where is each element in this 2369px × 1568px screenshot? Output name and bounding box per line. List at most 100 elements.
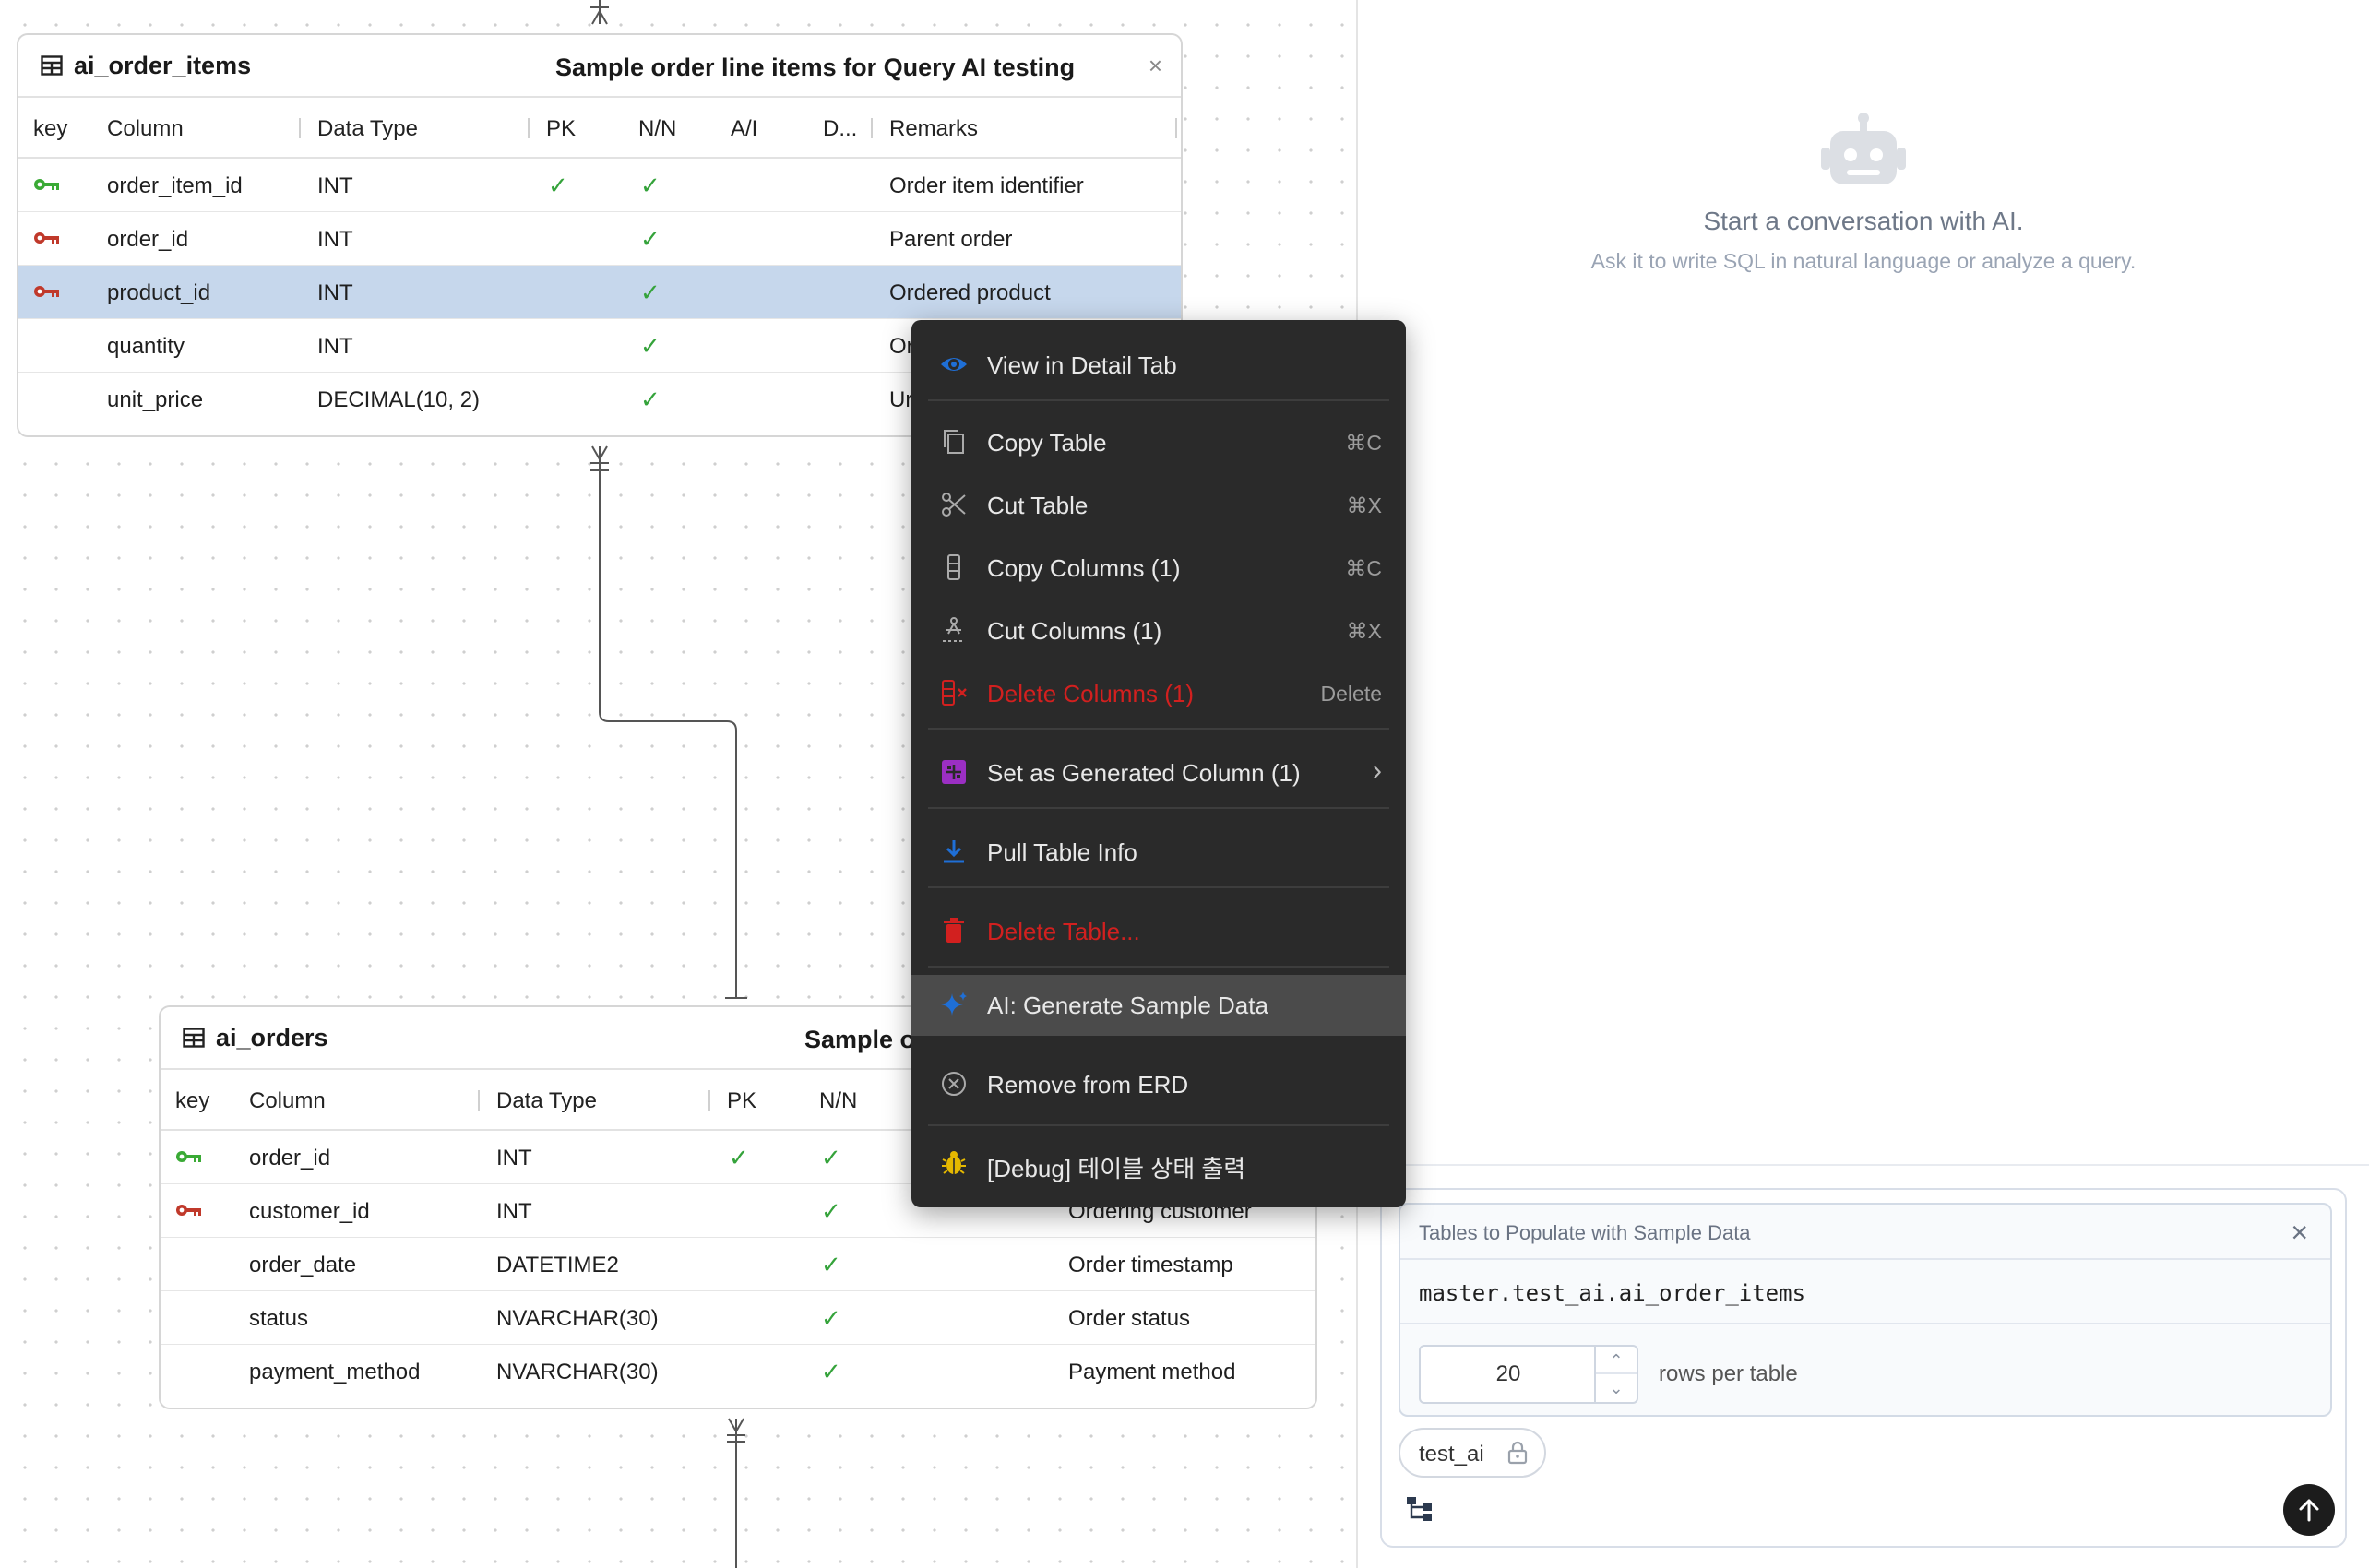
menu-item-delete-table[interactable]: Delete Table... (911, 901, 1406, 960)
context-menu: View in Detail Tab Copy Table ⌘C Cut Tab… (911, 320, 1406, 1207)
remarks: Order status (1068, 1306, 1191, 1331)
column-name: payment_method (249, 1360, 421, 1384)
column-name: order_id (107, 227, 189, 252)
menu-item-remove-erd[interactable]: Remove from ERD (911, 1054, 1406, 1113)
menu-item-view-detail[interactable]: View in Detail Tab (911, 335, 1406, 394)
menu-shortcut: Delete (1320, 682, 1382, 706)
remarks: Order item identifier (889, 173, 1084, 198)
schema-chip[interactable]: test_ai (1399, 1428, 1546, 1478)
header-nn: N/N (638, 116, 677, 141)
menu-item-delete-columns[interactable]: Delete Columns (1) Delete (911, 663, 1406, 722)
schema-tree-icon[interactable] (1406, 1496, 1435, 1526)
header-column: Column (107, 116, 184, 141)
pk-check: ✓ (729, 1144, 749, 1171)
menu-item-pull-info[interactable]: Pull Table Info (911, 822, 1406, 881)
close-icon[interactable]: × (1149, 52, 1162, 80)
column-name: status (249, 1306, 309, 1331)
header-remarks: Remarks (889, 116, 979, 141)
ai-empty-subtitle: Ask it to write SQL in natural language … (1590, 249, 2137, 273)
delete-column-icon (939, 678, 969, 707)
menu-item-cut-table[interactable]: Cut Table ⌘X (911, 475, 1406, 534)
foreign-key-icon (33, 231, 61, 245)
eye-icon (939, 350, 969, 379)
data-type: INT (317, 334, 353, 359)
ai-empty-title: Start a conversation with AI. (1703, 207, 2024, 235)
table-header[interactable]: ai_order_items Sample order line items f… (18, 35, 1181, 98)
menu-label: Copy Columns (1) (987, 554, 1181, 582)
data-type: INT (317, 280, 353, 305)
table-comment: Sample order line items for Query AI tes… (555, 53, 1076, 81)
column-name: customer_id (249, 1199, 370, 1224)
remarks: Order timestamp (1068, 1253, 1233, 1277)
table-row[interactable]: order_item_id INT ✓ ✓ Order item identifier (18, 159, 1181, 212)
chevron-right-icon: › (1373, 755, 1382, 786)
lock-icon (1507, 1441, 1528, 1469)
remarks: Payment method (1068, 1360, 1236, 1384)
header-column: Column (249, 1088, 326, 1113)
sample-data-header: Tables to Populate with Sample Data (1419, 1221, 1751, 1244)
nn-check: ✓ (640, 332, 661, 360)
column-headers: key Column Data Type PK N/N A/I D... Rem… (18, 98, 1181, 159)
header-default: D... (823, 116, 858, 141)
chevron-down-icon[interactable]: ⌄ (1596, 1374, 1637, 1402)
table-icon (41, 55, 63, 76)
send-button[interactable] (2283, 1484, 2335, 1536)
column-name: order_item_id (107, 173, 243, 198)
data-type: INT (317, 173, 353, 198)
table-comment: Sample o (804, 1026, 916, 1053)
table-row[interactable]: payment_method NVARCHAR(30) ✓ Payment metho… (161, 1345, 1315, 1398)
nn-check: ✓ (640, 279, 661, 306)
menu-item-copy-columns[interactable]: Copy Columns (1) ⌘C (911, 538, 1406, 597)
menu-item-cut-columns[interactable]: Cut Columns (1) ⌘X (911, 600, 1406, 659)
menu-label: Delete Columns (1) (987, 680, 1194, 707)
data-type: NVARCHAR(30) (496, 1306, 659, 1331)
sample-table-name: master.test_ai.ai_order_items (1419, 1280, 1806, 1306)
menu-label: Set as Generated Column (1) (987, 759, 1301, 787)
close-icon[interactable]: × (2291, 1216, 2308, 1250)
column-name: quantity (107, 334, 185, 359)
primary-key-icon (175, 1149, 203, 1164)
schema-chip-label: test_ai (1419, 1442, 1484, 1467)
pk-check: ✓ (548, 172, 568, 199)
menu-label: Cut Columns (1) (987, 617, 1162, 645)
header-data-type: Data Type (496, 1088, 597, 1113)
menu-label: Delete Table... (987, 918, 1140, 945)
table-row[interactable]: product_id INT ✓ Ordered product (18, 266, 1181, 319)
sample-data-popover: Tables to Populate with Sample Data × ma… (1399, 1203, 2332, 1417)
table-row[interactable]: order_date DATETIME2 ✓ Order timestamp (161, 1238, 1315, 1291)
primary-key-icon (33, 177, 61, 192)
robot-icon (1821, 111, 1906, 190)
menu-item-set-generated[interactable]: Set as Generated Column (1) › (911, 742, 1406, 802)
remove-circle-icon (939, 1069, 969, 1099)
menu-shortcut: ⌘C (1345, 431, 1382, 455)
menu-item-ai-generate[interactable]: AI: Generate Sample Data (911, 975, 1406, 1036)
header-pk: PK (727, 1088, 757, 1113)
menu-item-debug[interactable]: [Debug] 테이블 상태 출력 (911, 1134, 1406, 1193)
download-icon (939, 837, 969, 866)
table-icon (183, 1028, 205, 1048)
chevron-up-icon[interactable]: ⌃ (1596, 1347, 1637, 1374)
menu-label: Remove from ERD (987, 1071, 1189, 1099)
menu-label: Pull Table Info (987, 838, 1137, 866)
nn-check: ✓ (640, 386, 661, 413)
header-data-type: Data Type (317, 116, 418, 141)
table-row[interactable]: order_id INT ✓ Parent order (18, 212, 1181, 266)
header-key: key (33, 116, 68, 141)
column-name: order_date (249, 1253, 357, 1277)
rows-input[interactable]: 20 (1421, 1347, 1596, 1402)
header-ai: A/I (731, 116, 758, 141)
remarks: Ordered product (889, 280, 1051, 305)
table-row[interactable]: status NVARCHAR(30) ✓ Order status (161, 1291, 1315, 1345)
menu-item-copy-table[interactable]: Copy Table ⌘C (911, 412, 1406, 471)
menu-shortcut: ⌘X (1346, 493, 1382, 517)
data-type: INT (317, 227, 353, 252)
table-name: ai_orders (216, 1023, 328, 1051)
nn-check: ✓ (821, 1251, 841, 1278)
trash-icon (939, 916, 969, 945)
menu-shortcut: ⌘X (1346, 619, 1382, 643)
nn-check: ✓ (821, 1358, 841, 1385)
menu-label: Cut Table (987, 492, 1089, 519)
nn-check: ✓ (640, 225, 661, 253)
rows-stepper[interactable]: 20 ⌃ ⌄ (1419, 1345, 1638, 1404)
bug-icon (939, 1148, 969, 1178)
